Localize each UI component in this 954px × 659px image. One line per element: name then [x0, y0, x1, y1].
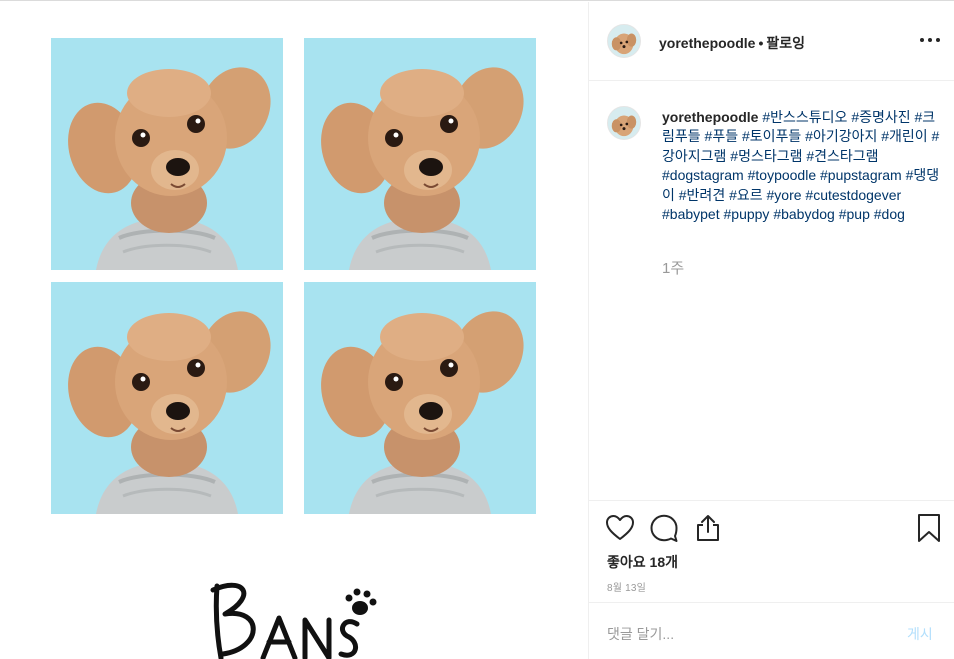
username-link[interactable]: yorethepoodle	[659, 35, 755, 51]
post-frame: yorethepoodle • 팔로잉 yorethepoodle #반스스튜디…	[0, 0, 954, 659]
post-author: yorethepoodle • 팔로잉	[659, 33, 805, 53]
comment-input[interactable]	[607, 623, 887, 645]
heart-icon[interactable]	[605, 513, 635, 543]
caption-time: 1주	[662, 260, 685, 277]
comment-box: 게시	[589, 602, 954, 659]
caption-text: yorethepoodle #반스스튜디오 #증명사진 #크림푸들 #푸들 #토…	[662, 108, 947, 224]
poodle-photo-1	[51, 38, 283, 270]
bans-logo	[205, 574, 385, 659]
likes-count[interactable]: 좋아요 18개	[607, 552, 678, 572]
poodle-photo-3	[51, 282, 283, 514]
share-icon[interactable]	[693, 513, 723, 543]
poodle-photo-2	[304, 38, 536, 270]
poodle-photo-4	[304, 282, 536, 514]
caption-avatar[interactable]	[607, 106, 641, 140]
post-date: 8월 13일	[607, 583, 647, 594]
post-comment-button[interactable]: 게시	[907, 624, 933, 644]
caption-username[interactable]: yorethepoodle	[662, 109, 758, 125]
post-actions: 좋아요 18개 8월 13일	[589, 500, 954, 600]
separator-dot: •	[758, 35, 764, 51]
avatar[interactable]	[607, 24, 641, 58]
more-horizontal-icon[interactable]	[919, 32, 941, 48]
post-header: yorethepoodle • 팔로잉	[589, 2, 954, 81]
comment-icon[interactable]	[649, 513, 679, 543]
following-button[interactable]: 팔로잉	[766, 35, 805, 51]
caption-section: yorethepoodle #반스스튜디오 #증명사진 #크림푸들 #푸들 #토…	[589, 82, 954, 500]
bookmark-icon[interactable]	[914, 513, 944, 543]
post-media[interactable]	[0, 2, 588, 659]
caption-hashtags[interactable]: #반스스튜디오 #증명사진 #크림푸들 #푸들 #토이푸들 #아기강아지 #개린…	[662, 109, 939, 222]
post-side-panel: yorethepoodle • 팔로잉 yorethepoodle #반스스튜디…	[588, 2, 954, 659]
